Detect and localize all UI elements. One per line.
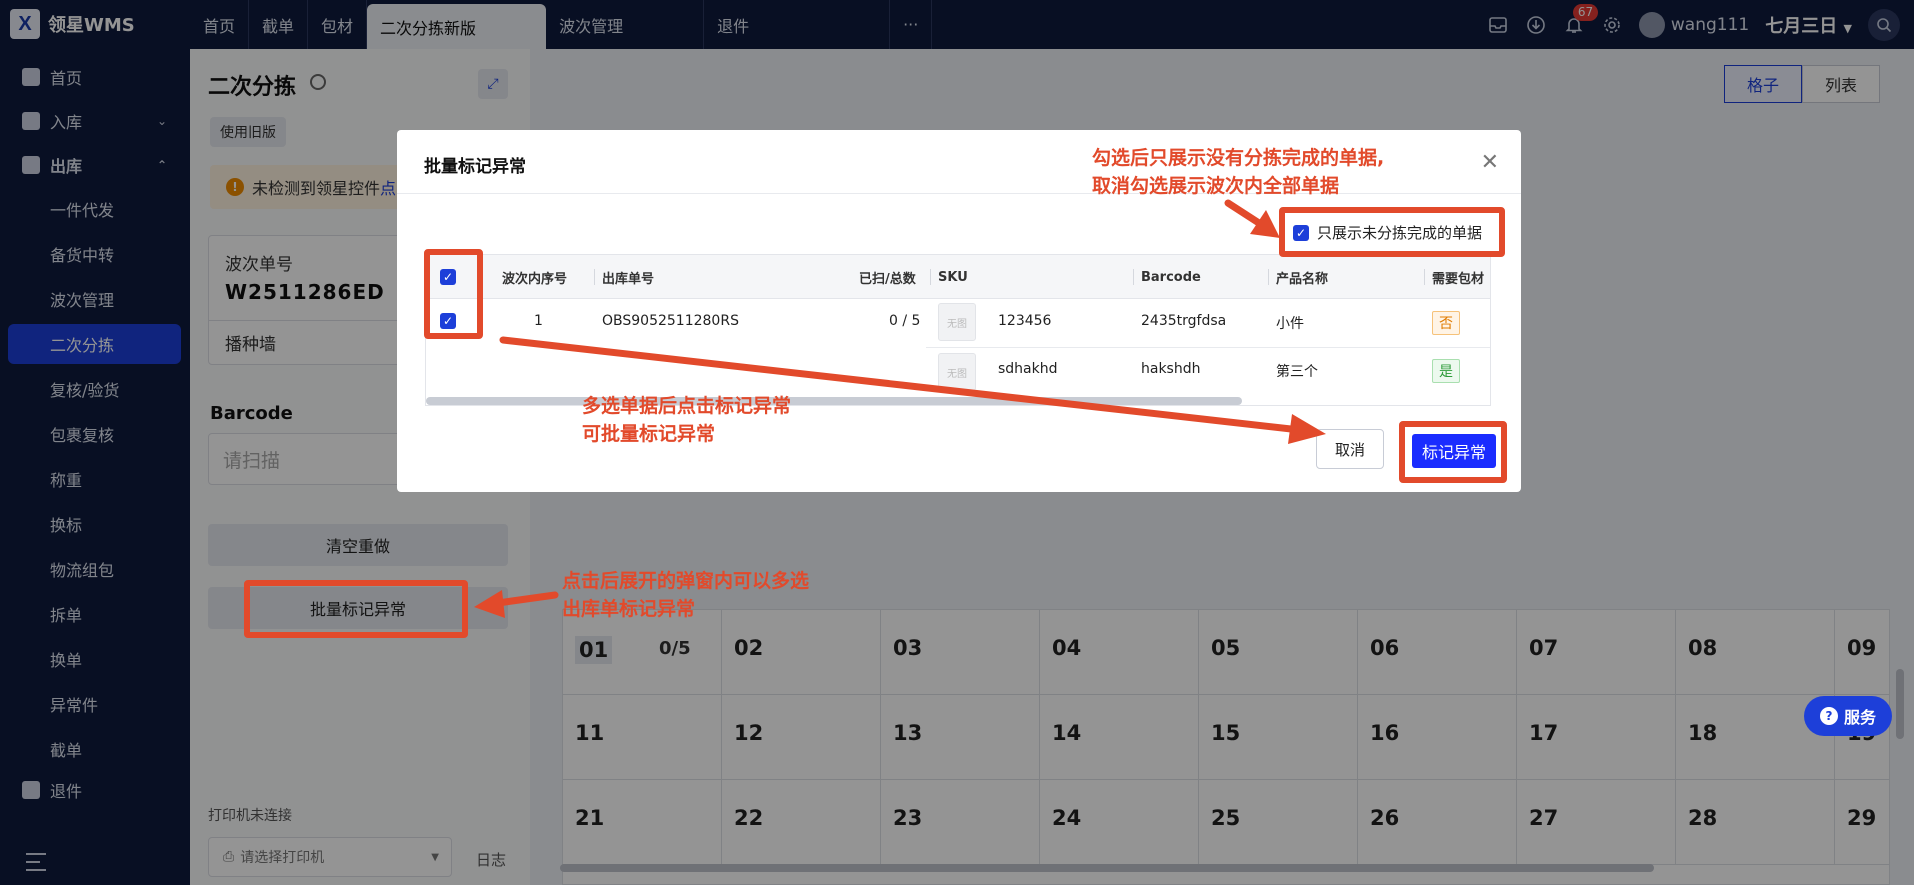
annotation-arrow-checkbox — [1224, 199, 1280, 238]
annotation-arrow-multi-select — [499, 336, 1326, 444]
annotation-arrow-batch-button — [474, 590, 559, 618]
annotation-arrows — [474, 199, 1326, 618]
